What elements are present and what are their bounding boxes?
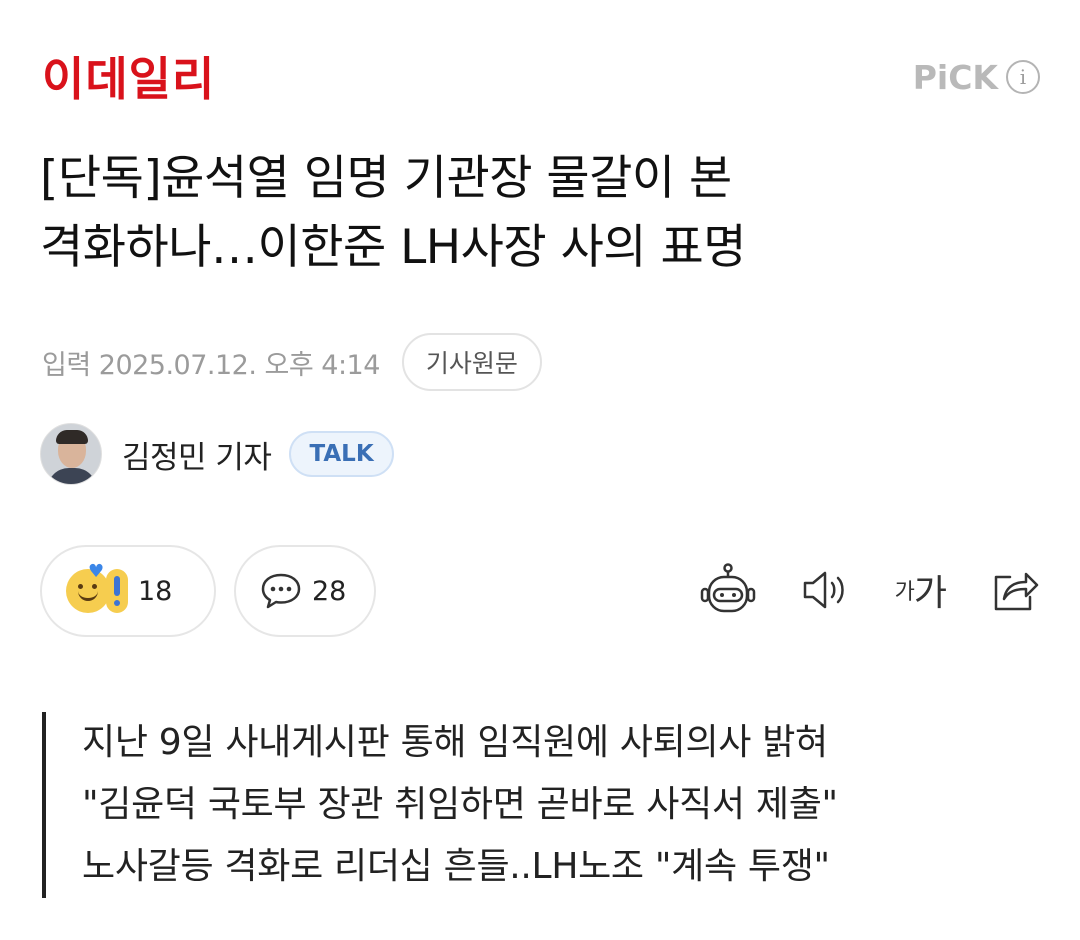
- comment-count: 28: [312, 575, 347, 607]
- reaction-count: 18: [138, 575, 173, 607]
- author-avatar[interactable]: [40, 423, 102, 485]
- robot-icon: [700, 563, 755, 613]
- author-row: 김정민 기자 TALK: [40, 422, 394, 486]
- share-icon: [994, 572, 1039, 611]
- header-bar: 이데일리 PiCK i: [0, 0, 1080, 130]
- font-size-small-label: 가: [894, 580, 915, 605]
- reaction-button[interactable]: ♥ 18: [40, 545, 216, 637]
- summary-line-3: 노사갈등 격화로 리더십 흔들..LH노조 "계속 투쟁": [82, 846, 830, 887]
- font-size-button[interactable]: 가가: [894, 560, 947, 620]
- share-button[interactable]: [990, 560, 1040, 620]
- article-meta: 입력 2025.07.12. 오후 4:14 기사원문: [42, 333, 542, 391]
- pick-badge[interactable]: PiCK i: [913, 60, 1040, 94]
- comment-icon: [261, 573, 301, 609]
- article-summary: 지난 9일 사내게시판 통해 임직원에 사퇴의사 밝혀 "김윤덕 국토부 장관 …: [42, 712, 1042, 898]
- original-article-button[interactable]: 기사원문: [401, 333, 542, 391]
- listen-button[interactable]: [801, 560, 851, 620]
- pick-label: PiCK: [912, 57, 998, 97]
- article-title-line1: [단독]윤석열 임명 기관장 물갈이 본: [40, 151, 732, 206]
- exclamation-emoji-icon: [106, 569, 128, 613]
- comment-button[interactable]: 28: [234, 545, 376, 637]
- smile-emoji-icon: ♥: [66, 561, 110, 613]
- edaily-logo[interactable]: 이데일리: [42, 56, 215, 102]
- speaker-icon: [803, 571, 844, 609]
- publish-date: 입력 2025.07.12. 오후 4:14: [42, 349, 380, 381]
- engagement-bar: ♥ 18 28: [40, 545, 376, 637]
- article-tools: 가가: [699, 560, 1040, 620]
- font-size-big-label: 가: [913, 573, 947, 614]
- ai-summary-robot-button[interactable]: [699, 560, 757, 620]
- info-icon[interactable]: i: [1006, 60, 1040, 94]
- heart-icon: ♥: [88, 561, 105, 582]
- talk-button[interactable]: TALK: [289, 431, 394, 477]
- article-title-line2: 격화하나…이한준 LH사장 사의 표명: [40, 220, 746, 275]
- author-name[interactable]: 김정민 기자: [122, 432, 272, 477]
- article-title: [단독]윤석열 임명 기관장 물갈이 본 격화하나…이한준 LH사장 사의 표명: [40, 144, 1040, 282]
- summary-line-1: 지난 9일 사내게시판 통해 임직원에 사퇴의사 밝혀: [82, 722, 828, 763]
- summary-line-2: "김윤덕 국토부 장관 취임하면 곧바로 사직서 제출": [82, 784, 838, 825]
